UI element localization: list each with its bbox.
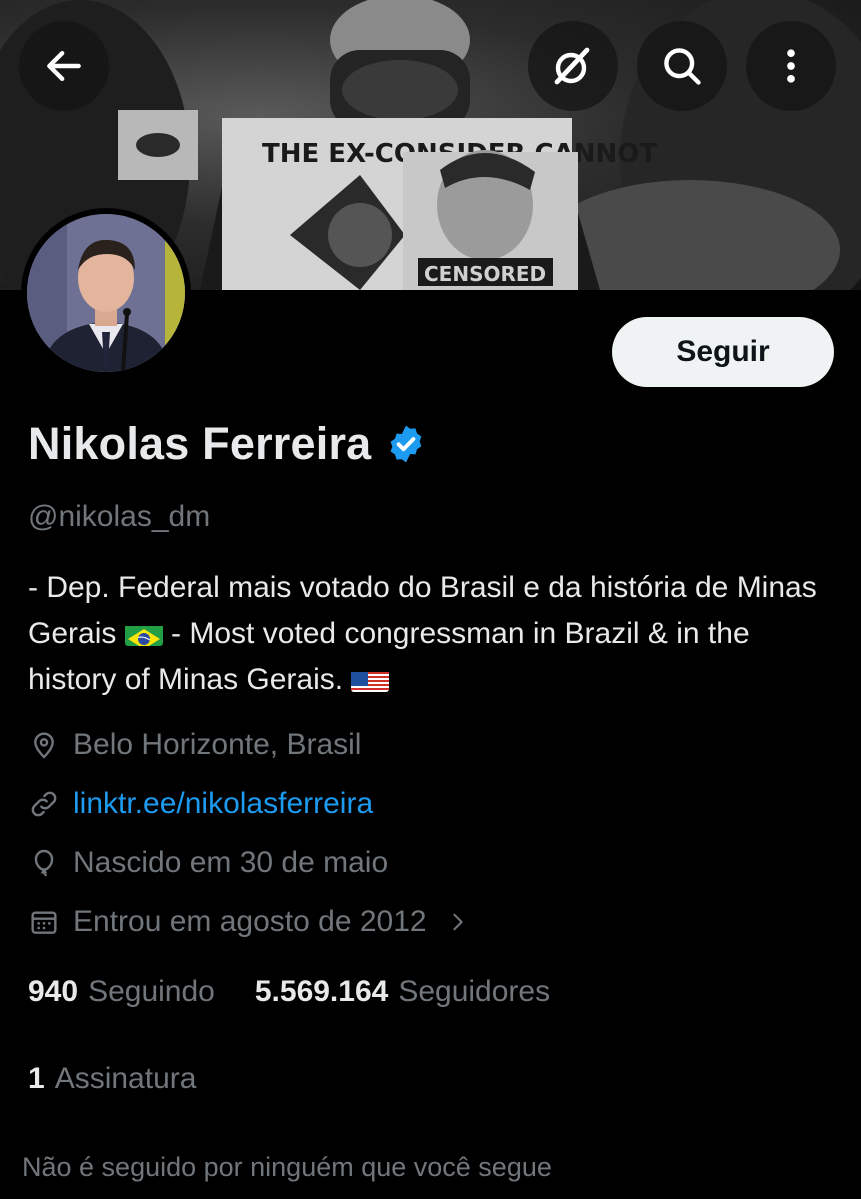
usa-flag-icon [351, 666, 390, 692]
profile-website[interactable]: linktr.ee/nikolasferreira [28, 787, 373, 821]
search-icon [664, 48, 701, 85]
follow-stats: 940 Seguindo 5.569.164 Seguidores [28, 975, 590, 1009]
following-stat[interactable]: 940 Seguindo [28, 975, 215, 1009]
followers-label: Seguidores [398, 975, 551, 1008]
joined-text: Entrou em agosto de 2012 [73, 905, 427, 938]
profile-joined[interactable]: Entrou em agosto de 2012 [28, 905, 469, 939]
subscriptions-label: Assinatura [54, 1062, 197, 1095]
followers-stat[interactable]: 5.569.164 Seguidores [255, 975, 550, 1009]
profile-name: Nikolas Ferreira [28, 418, 372, 469]
chevron-right-icon [452, 913, 463, 931]
link-icon [31, 791, 57, 817]
following-count: 940 [28, 975, 79, 1008]
profile-birthday: Nascido em 30 de maio [28, 846, 388, 880]
profile-handle: @nikolas_dm [28, 500, 211, 533]
website-link[interactable]: linktr.ee/nikolasferreira [73, 787, 373, 821]
arrow-left-icon [47, 50, 81, 82]
balloon-icon [34, 849, 54, 877]
profile-bio: - Dep. Federal mais votado do Brasil e d… [28, 565, 838, 703]
following-label: Seguindo [88, 975, 215, 1008]
banner-poster-text: CENSORED [424, 262, 546, 286]
grok-icon [554, 47, 590, 85]
verified-badge-icon[interactable] [385, 423, 427, 465]
search-button[interactable] [637, 21, 727, 111]
more-vertical-icon [787, 49, 795, 83]
back-button[interactable] [19, 21, 109, 111]
profile-location: Belo Horizonte, Brasil [28, 728, 361, 762]
followed-by-text: Não é seguido por ninguém que você segue [22, 1152, 552, 1182]
followers-count: 5.569.164 [254, 975, 389, 1008]
location-pin-icon [34, 732, 54, 759]
brazil-flag-icon [124, 620, 163, 646]
avatar-photo [27, 214, 185, 372]
more-options-button[interactable] [746, 21, 836, 111]
subscriptions-stat[interactable]: 1 Assinatura [28, 1062, 196, 1096]
grok-button[interactable] [528, 21, 618, 111]
location-text: Belo Horizonte, Brasil [73, 728, 362, 761]
birthday-text: Nascido em 30 de maio [73, 846, 389, 879]
subscriptions-count: 1 [28, 1062, 45, 1095]
profile-name-row: Nikolas Ferreira [28, 418, 427, 470]
calendar-icon [31, 911, 57, 934]
avatar[interactable] [21, 208, 191, 378]
follow-button[interactable]: Seguir [612, 317, 834, 387]
